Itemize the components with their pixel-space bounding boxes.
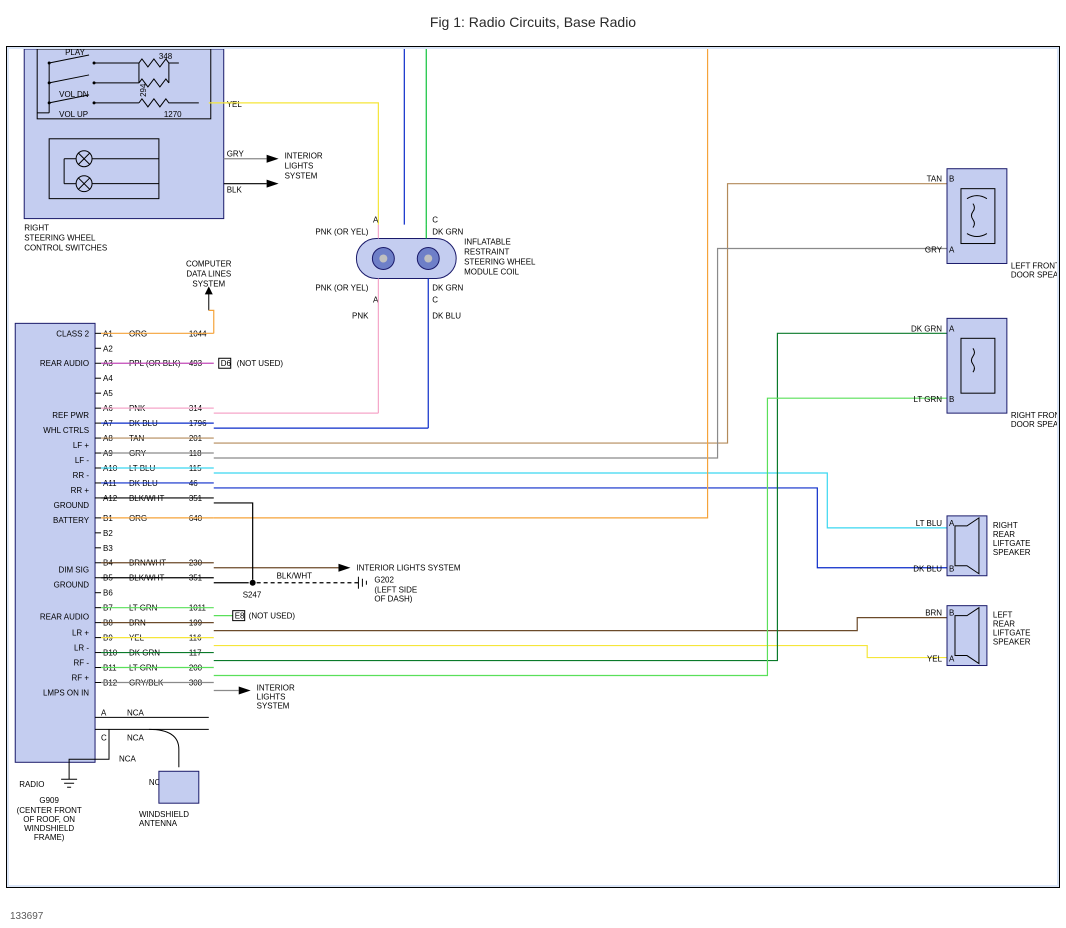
svg-text:A: A	[949, 324, 955, 333]
svg-text:TAN: TAN	[927, 175, 943, 184]
g202: G202	[374, 576, 394, 585]
svg-text:C: C	[101, 733, 107, 742]
svg-text:LEFT FRONTDOOR SPEAKER: LEFT FRONTDOOR SPEAKER	[1011, 261, 1057, 279]
svg-text:DIM SIG: DIM SIG	[58, 566, 89, 575]
svg-text:NCA: NCA	[119, 754, 137, 763]
svg-text:RF +: RF +	[72, 673, 90, 682]
svg-text:YEL: YEL	[927, 655, 943, 664]
antenna-label: WINDSHIELDANTENNA	[139, 810, 189, 828]
a3-not-used: (NOT USED)	[237, 359, 284, 368]
g909-loc: (CENTER FRONTOF ROOF, ONWINDSHIELDFRAME)	[17, 806, 82, 842]
svg-text:GROUND: GROUND	[54, 501, 90, 510]
steering-module-box	[24, 49, 224, 219]
svg-text:A: A	[101, 708, 107, 717]
svg-text:RR +: RR +	[71, 486, 90, 495]
svg-text:LR +: LR +	[72, 629, 89, 638]
svg-text:DK GRN: DK GRN	[911, 324, 942, 333]
interior-lights-from-steering: INTERIORLIGHTSSYSTEM	[285, 152, 323, 181]
radio-label: RADIO	[19, 780, 44, 789]
svg-text:LEFTREARLIFTGATESPEAKER: LEFTREARLIFTGATESPEAKER	[993, 611, 1031, 647]
coil-bot-dkgrn: DK GRN	[432, 283, 463, 292]
svg-text:GROUND: GROUND	[54, 581, 90, 590]
svg-text:E8: E8	[235, 612, 245, 621]
coil-label: INFLATABLERESTRAINTSTEERING WHEELMODULE …	[464, 238, 536, 277]
lbl-blk-sw: BLK	[227, 186, 243, 195]
svg-text:B: B	[949, 609, 954, 618]
svg-text:A4: A4	[103, 374, 113, 383]
diagram-canvas: PLAY VOL DN VOL UP 348 294 1270 YEL GRY …	[9, 49, 1057, 885]
svg-text:LR -: LR -	[74, 644, 89, 653]
b4-interior-lights: INTERIOR LIGHTS SYSTEM	[356, 564, 460, 573]
svg-text:LMPS ON IN: LMPS ON IN	[43, 688, 89, 697]
blkwht-lbl: BLK/WHT	[277, 572, 313, 581]
pin-rows: A1ORG1044A2A3PPL (OR BLK)493A4A5A6PNK314…	[95, 329, 214, 687]
svg-text:A: A	[949, 655, 955, 664]
svg-text:RIGHTREARLIFTGATESPEAKER: RIGHTREARLIFTGATESPEAKER	[993, 521, 1031, 557]
svg-text:REAR AUDIO: REAR AUDIO	[40, 613, 89, 622]
svg-text:B: B	[949, 565, 954, 574]
b12-interior: INTERIORLIGHTSSYSTEM	[257, 683, 295, 710]
coil-module	[356, 239, 456, 279]
svg-text:B6: B6	[103, 589, 113, 598]
svg-text:B: B	[949, 175, 954, 184]
svg-text:A: A	[949, 246, 955, 255]
svg-text:B2: B2	[103, 529, 113, 538]
svg-text:BATTERY: BATTERY	[53, 516, 90, 525]
computer-data-lines-label: COMPUTERDATA LINESSYSTEM	[186, 259, 232, 288]
g202-loc: (LEFT SIDEOF DASH)	[374, 586, 417, 604]
svg-text:GRY: GRY	[925, 246, 943, 255]
svg-text:C: C	[432, 216, 438, 225]
steering-component-label: RIGHTSTEERING WHEELCONTROL SWITCHES	[24, 224, 107, 253]
svg-text:REAR AUDIO: REAR AUDIO	[40, 359, 89, 368]
figure-title: Fig 1: Radio Circuits, Base Radio	[0, 0, 1066, 40]
svg-text:LF +: LF +	[73, 441, 90, 450]
footer-id: 133697	[10, 911, 43, 922]
svg-text:C: C	[432, 295, 438, 304]
svg-text:RIGHT FRONTDOOR SPEAKER: RIGHT FRONTDOOR SPEAKER	[1011, 411, 1057, 429]
coil-dkblu2: DK BLU	[432, 311, 461, 320]
g909: G909	[39, 796, 59, 805]
b7-not-used: (NOT USED)	[249, 612, 296, 621]
svg-text:BRN: BRN	[925, 609, 942, 618]
svg-text:NCA: NCA	[127, 733, 145, 742]
r-294: 294	[139, 83, 148, 97]
sw-play: PLAY	[65, 49, 85, 57]
s247: S247	[243, 591, 262, 600]
svg-text:A: A	[373, 216, 379, 225]
svg-text:D6: D6	[221, 359, 232, 368]
svg-text:LT BLU: LT BLU	[916, 519, 943, 528]
antenna-box	[159, 771, 199, 803]
svg-text:LT GRN: LT GRN	[914, 395, 943, 404]
svg-text:DK BLU: DK BLU	[913, 565, 942, 574]
coil-pnk2: PNK	[352, 311, 369, 320]
r-1270: 1270	[164, 110, 182, 119]
svg-text:WHL CTRLS: WHL CTRLS	[43, 426, 89, 435]
svg-text:B: B	[949, 395, 954, 404]
r-348: 348	[159, 52, 173, 61]
sw-volup: VOL UP	[59, 110, 88, 119]
wiring-diagram-svg: PLAY VOL DN VOL UP 348 294 1270 YEL GRY …	[9, 49, 1057, 885]
coil-bot-pnk: PNK (OR YEL)	[315, 283, 368, 292]
svg-text:NCA: NCA	[127, 708, 145, 717]
svg-text:RF -: RF -	[74, 659, 90, 668]
svg-text:A2: A2	[103, 344, 113, 353]
svg-text:B3: B3	[103, 544, 113, 553]
coil-top-pnk: PNK (OR YEL)	[315, 228, 368, 237]
lbl-gry-sw: GRY	[227, 150, 245, 159]
svg-text:REF PWR: REF PWR	[52, 411, 89, 420]
svg-text:A5: A5	[103, 389, 113, 398]
svg-text:RR -: RR -	[73, 471, 90, 480]
coil-top-dkgrn: DK GRN	[432, 228, 463, 237]
svg-text:LF -: LF -	[75, 456, 90, 465]
svg-text:CLASS 2: CLASS 2	[56, 329, 89, 338]
lbl-yel: YEL	[227, 100, 243, 109]
svg-text:A: A	[949, 519, 955, 528]
diagram-frame: PLAY VOL DN VOL UP 348 294 1270 YEL GRY …	[6, 46, 1060, 888]
